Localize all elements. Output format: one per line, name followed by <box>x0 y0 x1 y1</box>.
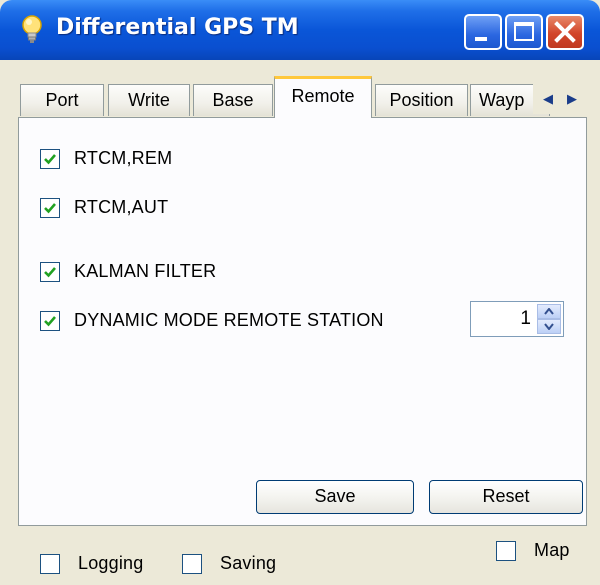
save-button[interactable]: Save <box>256 480 414 514</box>
saving-checkbox[interactable] <box>182 554 202 574</box>
stepper-up-button[interactable] <box>537 304 561 319</box>
kalman-filter-label: KALMAN FILTER <box>74 261 217 281</box>
rtcm-aut-checkbox[interactable] <box>40 198 60 218</box>
close-icon <box>554 21 576 43</box>
tab-write[interactable]: Write <box>108 84 190 116</box>
tab-position[interactable]: Position <box>375 84 468 116</box>
reset-button[interactable]: Reset <box>429 480 583 514</box>
rtcm-aut-label: RTCM,AUT <box>74 197 169 217</box>
check-icon <box>44 154 56 165</box>
logging-checkbox[interactable] <box>40 554 60 574</box>
chevron-up-icon <box>544 308 554 315</box>
logging-label: Logging <box>78 553 144 573</box>
lightbulb-icon <box>22 15 42 43</box>
map-label: Map <box>534 540 570 560</box>
map-checkbox[interactable] <box>496 541 516 561</box>
minimize-icon <box>475 37 487 41</box>
check-icon <box>44 203 56 214</box>
tab-port[interactable]: Port <box>20 84 104 116</box>
saving-label: Saving <box>220 553 277 573</box>
rtcm-rem-checkbox[interactable] <box>40 149 60 169</box>
close-button[interactable] <box>546 14 584 50</box>
dynamic-mode-stepper[interactable]: 1 <box>470 301 564 337</box>
stepper-down-button[interactable] <box>537 319 561 334</box>
maximize-icon <box>514 22 534 41</box>
dynamic-mode-value[interactable]: 1 <box>520 308 531 330</box>
minimize-button[interactable] <box>464 14 502 50</box>
tab-scroll-buttons: ◀ ▶ <box>533 84 587 114</box>
kalman-filter-checkbox[interactable] <box>40 262 60 282</box>
tab-remote[interactable]: Remote <box>274 76 372 118</box>
check-icon <box>44 267 56 278</box>
dynamic-mode-checkbox[interactable] <box>40 311 60 331</box>
check-icon <box>44 316 56 327</box>
maximize-button[interactable] <box>505 14 543 50</box>
rtcm-rem-label: RTCM,REM <box>74 148 173 168</box>
title-bar[interactable]: Differential GPS TM <box>0 0 600 60</box>
window-title: Differential GPS TM <box>56 15 299 40</box>
chevron-down-icon <box>544 323 554 330</box>
tab-base[interactable]: Base <box>193 84 273 116</box>
chevron-left-icon[interactable]: ◀ <box>537 88 559 110</box>
dynamic-mode-label: DYNAMIC MODE REMOTE STATION <box>74 310 384 330</box>
chevron-right-icon[interactable]: ▶ <box>561 88 583 110</box>
